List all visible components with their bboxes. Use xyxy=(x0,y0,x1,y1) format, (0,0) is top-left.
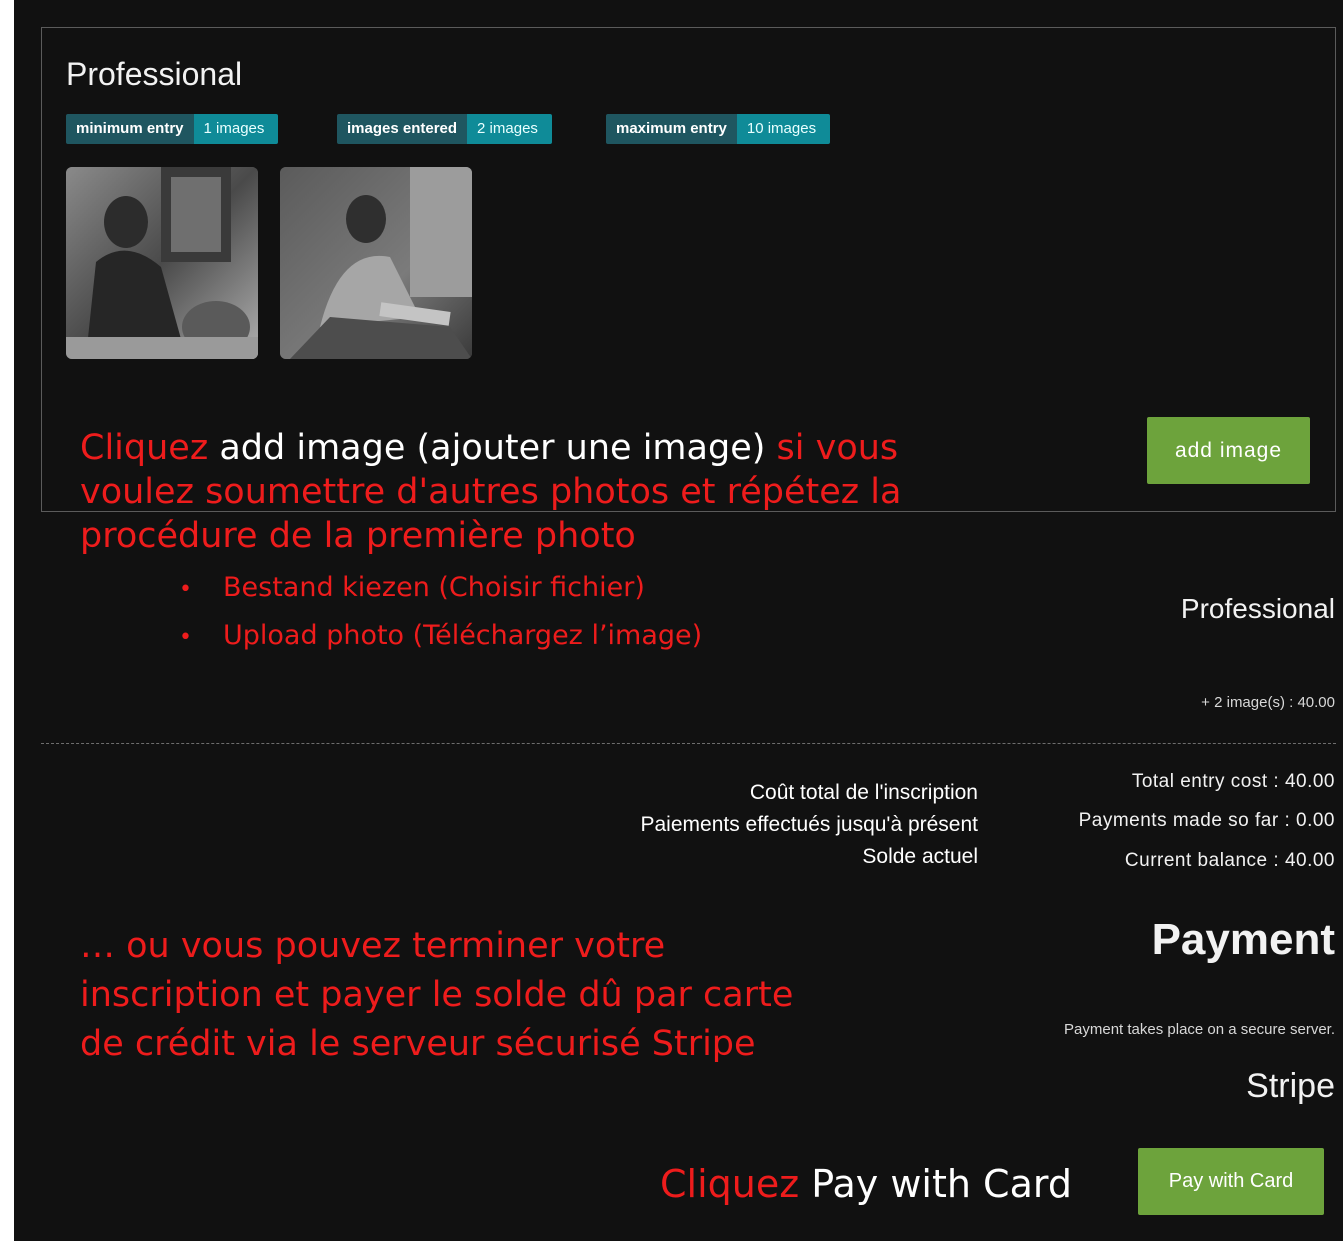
instruction-text: inscription et payer le solde dû par car… xyxy=(80,975,794,1015)
secure-server-note: Payment takes place on a secure server. xyxy=(1064,1021,1335,1038)
payments-made-so-far: Payments made so far : 0.00 xyxy=(1078,810,1335,831)
category-title: Professional xyxy=(66,56,243,92)
summary-category-title: Professional xyxy=(1180,593,1335,624)
instruction-keyword: Cliquez xyxy=(660,1162,800,1206)
badge-label: maximum entry xyxy=(606,114,737,144)
instruction-text: voulez soumettre d'autres photos et répé… xyxy=(80,472,902,512)
badge-label: images entered xyxy=(337,114,468,144)
photo-thumbnail-1[interactable] xyxy=(66,167,258,359)
current-balance: Current balance : 40.00 xyxy=(1124,850,1335,871)
click-pay-instruction: Cliquez Pay with Card xyxy=(660,1159,1072,1209)
instruction-keyword: Cliquez xyxy=(80,428,209,468)
instruction-target: Pay with Card xyxy=(811,1162,1072,1206)
instruction-bullet: • Bestand kiezen (Choisir fichier) xyxy=(179,572,645,603)
photo-thumbnail-image xyxy=(66,167,258,359)
badge-minimum-entry: minimum entry 1 images xyxy=(66,114,279,144)
instruction-bullets: • Bestand kiezen (Choisir fichier) • Uploa… xyxy=(179,565,702,661)
total-entry-cost: Total entry cost : 40.00 xyxy=(1131,771,1335,792)
badge-value: 2 images xyxy=(467,114,552,144)
instruction-target: add image (ajouter une image) xyxy=(219,428,766,468)
badge-maximum-entry: maximum entry 10 images xyxy=(606,114,831,144)
badge-value: 1 images xyxy=(193,114,279,144)
screenshot-frame: Professional minimum entry 1 images imag… xyxy=(14,0,1343,1241)
instruction-text: de crédit via le serveur sécurisé Stripe xyxy=(80,1024,756,1064)
summary-line-item: + 2 image(s) : 40.00 xyxy=(1201,694,1335,711)
badge-label: minimum entry xyxy=(66,114,194,144)
payment-title: Payment xyxy=(1151,915,1335,964)
summary-divider xyxy=(41,743,1336,744)
photo-thumbnail-image xyxy=(280,167,472,359)
instruction-text: si vous xyxy=(776,428,899,468)
instruction-text: procédure de la première photo xyxy=(80,516,636,556)
pay-with-card-button[interactable]: Pay with Card xyxy=(1138,1148,1324,1215)
photo-thumbnail-2[interactable] xyxy=(280,167,472,359)
fr-label-payments-made: Paiements effectués jusqu'à présent xyxy=(640,813,979,836)
instruction-text: … ou vous pouvez terminer votre xyxy=(80,926,666,966)
badge-images-entered: images entered 2 images xyxy=(337,114,552,144)
badge-value: 10 images xyxy=(736,114,831,144)
add-image-instruction: Cliquez add image (ajouter une image) si… xyxy=(80,426,901,558)
fr-label-total-cost: Coût total de l'inscription xyxy=(749,781,978,804)
stripe-title: Stripe xyxy=(1246,1067,1335,1105)
instruction-bullet: • Upload photo (Téléchargez l’image) xyxy=(179,620,703,651)
fr-label-current-balance: Solde actuel xyxy=(862,845,978,868)
payment-instruction: … ou vous pouvez terminer votre inscript… xyxy=(80,922,793,1069)
add-image-button[interactable]: add image xyxy=(1147,417,1310,484)
